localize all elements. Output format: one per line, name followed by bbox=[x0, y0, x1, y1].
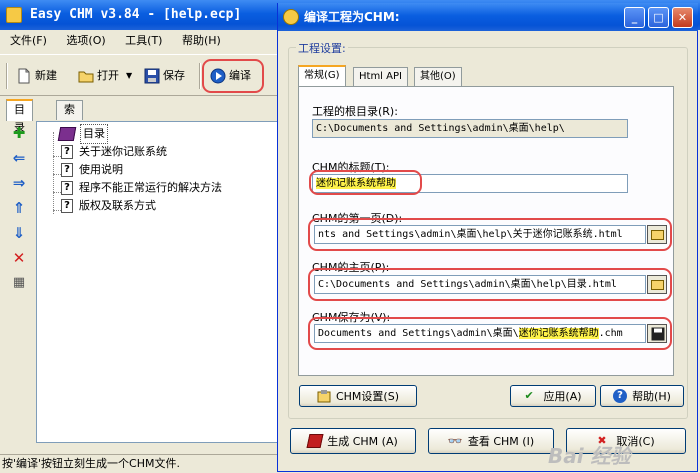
tab-index[interactable]: 索引 bbox=[56, 100, 83, 134]
menu-help[interactable]: 帮助(H) bbox=[176, 30, 227, 52]
tree-connector bbox=[53, 210, 61, 211]
minimize-button[interactable]: _ bbox=[624, 7, 645, 28]
tree-connector bbox=[53, 192, 61, 193]
tree-root[interactable]: 目录 bbox=[57, 124, 108, 144]
compile-annotation-circle bbox=[202, 59, 264, 93]
view-chm-button[interactable]: 👓 查看 CHM (I) bbox=[428, 428, 554, 454]
arrow-down-icon[interactable]: ⇓ bbox=[10, 224, 28, 242]
tab-other[interactable]: 其他(O) bbox=[414, 67, 462, 86]
tree-item[interactable]: ? 程序不能正常运行的解决方法 bbox=[61, 179, 222, 197]
menu-file[interactable]: 文件(F) bbox=[4, 30, 53, 52]
book-icon bbox=[57, 127, 77, 141]
app-icon bbox=[6, 7, 22, 23]
toolbar-grip bbox=[6, 63, 8, 89]
chm-settings-button[interactable]: CHM设置(S) bbox=[299, 385, 417, 407]
tree-item[interactable]: ? 关于迷你记账系统 bbox=[61, 143, 167, 161]
tree-connector bbox=[53, 132, 54, 214]
save-disk-icon bbox=[144, 68, 160, 84]
main-window-title: Easy CHM v3.84 - [help.ecp] bbox=[30, 7, 242, 22]
dialog-app-icon bbox=[283, 9, 299, 25]
tree-connector bbox=[53, 156, 61, 157]
help-page-icon: ? bbox=[61, 199, 73, 213]
side-toolbar: ✚ ⇐ ⇒ ⇑ ⇓ ✕ ▦ bbox=[10, 124, 32, 299]
tree-item-label: 程序不能正常运行的解决方法 bbox=[79, 181, 222, 194]
arrow-up-icon[interactable]: ⇑ bbox=[10, 199, 28, 217]
help-icon: ? bbox=[613, 389, 628, 403]
arrow-right-icon[interactable]: ⇒ bbox=[10, 174, 28, 192]
home-page-annotation-circle bbox=[308, 268, 672, 301]
title-annotation-circle bbox=[309, 170, 422, 195]
delete-icon[interactable]: ✕ bbox=[10, 249, 28, 267]
project-settings-label: 工程设置: bbox=[296, 40, 348, 56]
tab-contents[interactable]: 目录 bbox=[6, 99, 33, 134]
tab-general[interactable]: 常规(G) bbox=[298, 65, 346, 87]
properties-icon[interactable]: ▦ bbox=[10, 274, 28, 292]
close-button[interactable]: ✕ bbox=[672, 7, 693, 28]
open-button-label: 打开 bbox=[97, 69, 119, 82]
chevron-down-icon[interactable]: ▼ bbox=[126, 63, 132, 89]
toolbar: 新建 打开 ▼ 保存 编译 bbox=[0, 54, 280, 96]
save-button-label: 保存 bbox=[163, 69, 185, 82]
apply-button[interactable]: ✔ 应用(A) bbox=[510, 385, 596, 407]
tree-item[interactable]: ? 版权及联系方式 bbox=[61, 197, 156, 215]
new-button[interactable]: 新建 bbox=[16, 63, 57, 89]
open-button[interactable]: 打开 ▼ bbox=[78, 63, 132, 89]
apply-label: 应用(A) bbox=[543, 390, 582, 403]
toolbar-separator bbox=[199, 63, 201, 89]
tree-item-label: 版权及联系方式 bbox=[79, 199, 156, 212]
maximize-button[interactable]: □ bbox=[648, 7, 669, 28]
compile-dialog: 编译工程为CHM: _ □ ✕ 工程设置: 常规(G) Html API 其他(… bbox=[277, 3, 698, 472]
help-button[interactable]: ? 帮助(H) bbox=[600, 385, 684, 407]
contents-tree[interactable]: 目录 ? 关于迷你记账系统 ? 使用说明 ? 程序不能正常运行的解决方法 ? 版… bbox=[36, 121, 280, 443]
new-file-icon bbox=[16, 68, 32, 84]
help-label: 帮助(H) bbox=[632, 390, 671, 403]
arrow-left-icon[interactable]: ⇐ bbox=[10, 149, 28, 167]
help-page-icon: ? bbox=[61, 181, 73, 195]
status-bar: 按'编译'按钮立刻生成一个CHM文件. bbox=[0, 454, 290, 472]
chm-settings-label: CHM设置(S) bbox=[335, 390, 399, 403]
tree-root-label: 目录 bbox=[80, 124, 108, 144]
dialog-title-bar[interactable]: 编译工程为CHM: _ □ ✕ bbox=[278, 3, 698, 31]
menu-tools[interactable]: 工具(T) bbox=[119, 30, 168, 52]
dialog-title: 编译工程为CHM: bbox=[304, 10, 400, 24]
generate-chm-button[interactable]: 生成 CHM (A) bbox=[290, 428, 416, 454]
menu-options[interactable]: 选项(O) bbox=[60, 30, 111, 52]
tree-item-label: 使用说明 bbox=[79, 163, 123, 176]
glasses-icon: 👓 bbox=[447, 434, 463, 448]
view-chm-label: 查看 CHM (I) bbox=[467, 435, 535, 448]
add-icon[interactable]: ✚ bbox=[10, 124, 28, 142]
save-as-annotation-circle bbox=[308, 317, 672, 350]
help-page-icon: ? bbox=[61, 163, 73, 177]
new-button-label: 新建 bbox=[35, 69, 57, 82]
root-dir-field[interactable]: C:\Documents and Settings\admin\桌面\help\ bbox=[312, 119, 628, 138]
tab-html-api[interactable]: Html API bbox=[353, 67, 408, 86]
tree-connector bbox=[53, 174, 61, 175]
root-dir-label: 工程的根目录(R): bbox=[312, 105, 398, 118]
generate-chm-label: 生成 CHM (A) bbox=[327, 435, 398, 448]
settings-icon bbox=[317, 389, 331, 403]
baidu-watermark: Bai 经验 bbox=[548, 444, 631, 468]
tree-item-label: 关于迷你记账系统 bbox=[79, 145, 167, 158]
help-page-icon: ? bbox=[61, 145, 73, 159]
tree-item[interactable]: ? 使用说明 bbox=[61, 161, 123, 179]
first-page-annotation-circle bbox=[308, 218, 672, 251]
save-button[interactable]: 保存 bbox=[144, 63, 185, 89]
checkmark-icon: ✔ bbox=[524, 389, 534, 402]
book-icon bbox=[306, 434, 324, 448]
open-folder-icon bbox=[78, 68, 94, 84]
